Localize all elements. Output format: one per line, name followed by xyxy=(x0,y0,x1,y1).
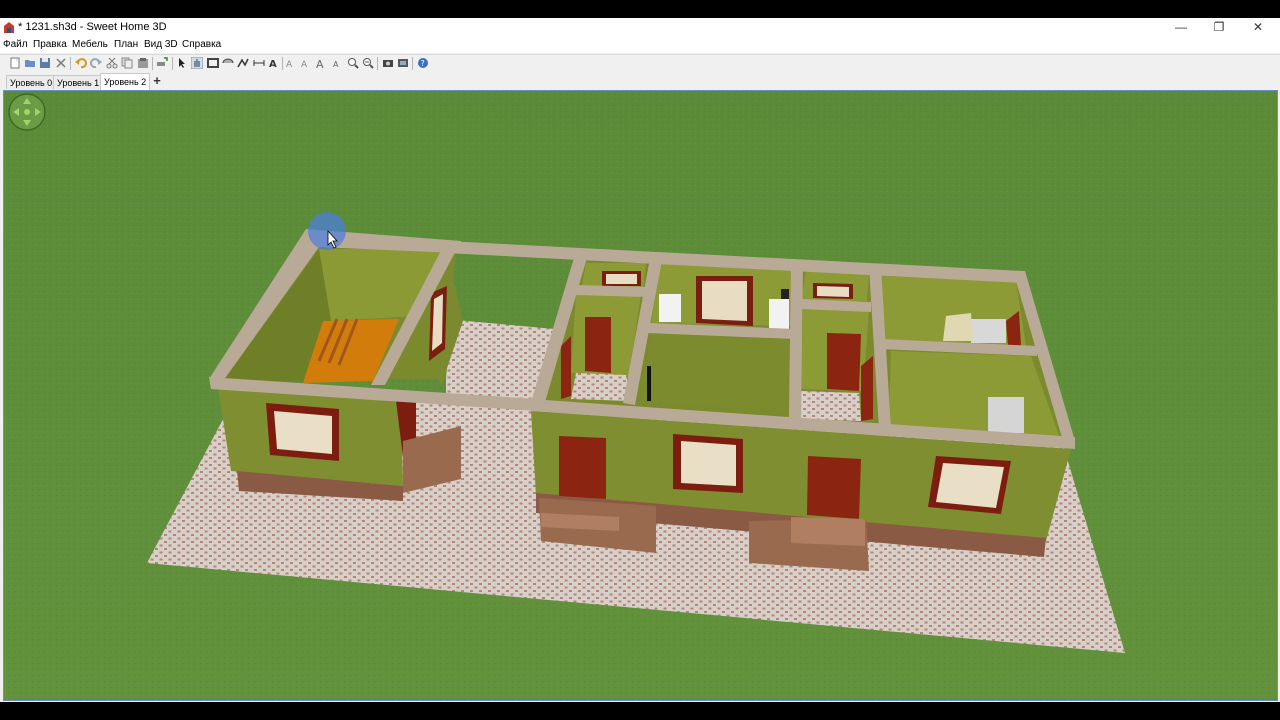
window-glass xyxy=(274,411,332,454)
door xyxy=(861,356,873,421)
wall-interior xyxy=(641,331,791,411)
toolbar-separator xyxy=(377,57,378,70)
door xyxy=(827,333,861,391)
svg-text:?: ? xyxy=(421,59,425,68)
menu-help[interactable]: Справка xyxy=(182,39,221,50)
kitchen-hood xyxy=(781,289,789,299)
tab-level-0[interactable]: Уровень 0 xyxy=(6,75,57,89)
zoom-out-icon[interactable] xyxy=(362,57,374,69)
bath-unit xyxy=(988,397,1024,433)
copy-icon[interactable] xyxy=(121,57,133,69)
stove xyxy=(769,299,789,329)
3d-house-scene xyxy=(4,91,1277,700)
washing-machine xyxy=(971,319,1006,343)
add-text-icon[interactable]: A xyxy=(268,57,280,69)
navigation-arrows-icon[interactable] xyxy=(8,93,46,131)
letterbox-top xyxy=(0,0,1280,18)
svg-text:A: A xyxy=(269,59,277,69)
wall-interior xyxy=(889,351,1059,436)
create-rooms-icon[interactable] xyxy=(222,57,234,69)
decrease-text-icon[interactable]: A xyxy=(331,57,343,69)
tab-level-2[interactable]: Уровень 2 xyxy=(100,73,151,90)
toolbar-separator xyxy=(172,57,173,70)
toolbar-separator xyxy=(70,57,71,70)
menu-bar: Файл Правка Мебель План Вид 3D Справка xyxy=(0,37,1280,53)
app-window: * 1231.sh3d - Sweet Home 3D — ❐ ✕ Файл П… xyxy=(0,18,1280,702)
menu-plan[interactable]: План xyxy=(114,39,138,50)
cut-icon[interactable] xyxy=(55,57,67,69)
tiled-hallway xyxy=(799,391,861,421)
open-icon[interactable] xyxy=(24,57,36,69)
add-furniture-icon[interactable] xyxy=(156,57,168,69)
save-icon[interactable] xyxy=(39,57,51,69)
toolbar: A A A A A ? xyxy=(0,54,1280,72)
sweet-home-app-icon xyxy=(4,22,14,33)
menu-edit[interactable]: Правка xyxy=(33,39,67,50)
toolbar-separator xyxy=(152,57,153,70)
cut-icon[interactable] xyxy=(106,57,118,69)
letterbox-bottom xyxy=(0,702,1280,720)
svg-text:A: A xyxy=(333,60,339,69)
help-icon[interactable]: ? xyxy=(417,57,429,69)
increase-text-icon[interactable]: A xyxy=(316,57,328,69)
toolbar-separator xyxy=(282,57,283,70)
redo-icon[interactable] xyxy=(90,57,102,69)
front-door xyxy=(559,436,606,499)
menu-file[interactable]: Файл xyxy=(3,39,28,50)
svg-text:A: A xyxy=(286,60,293,69)
pan-icon[interactable] xyxy=(191,57,203,69)
svg-text:A: A xyxy=(301,60,308,69)
create-video-icon[interactable] xyxy=(397,57,409,69)
tab-level-1[interactable]: Уровень 1 xyxy=(53,75,104,89)
window-glass xyxy=(681,441,736,486)
wall-top xyxy=(576,285,649,297)
modify-text-style-icon[interactable]: A xyxy=(300,57,312,69)
door xyxy=(561,336,571,399)
menu-3d-view[interactable]: Вид 3D xyxy=(144,39,178,50)
refrigerator xyxy=(659,294,681,322)
create-photo-icon[interactable] xyxy=(382,57,394,69)
cursor-highlight xyxy=(308,212,346,250)
minimize-icon: — xyxy=(1175,20,1187,34)
zoom-in-icon[interactable] xyxy=(347,57,359,69)
window-title: * 1231.sh3d - Sweet Home 3D xyxy=(18,21,167,33)
lamp xyxy=(647,366,651,401)
paste-icon[interactable] xyxy=(137,57,149,69)
svg-text:A: A xyxy=(316,58,324,69)
create-polylines-icon[interactable] xyxy=(237,57,249,69)
window-glass xyxy=(702,281,747,321)
restore-icon: ❐ xyxy=(1213,20,1225,34)
shelf xyxy=(943,313,973,341)
door xyxy=(585,317,611,373)
close-icon: ✕ xyxy=(1252,20,1264,34)
front-door xyxy=(807,456,861,519)
toolbar-separator xyxy=(412,57,413,70)
window-glass xyxy=(606,274,637,284)
minimize-button[interactable]: — xyxy=(1162,18,1200,37)
step xyxy=(791,517,865,546)
modify-text-style-icon[interactable]: A xyxy=(285,57,297,69)
window-glass xyxy=(817,286,849,297)
3d-view[interactable] xyxy=(3,90,1278,701)
window-glass xyxy=(936,463,1004,508)
maximize-button[interactable]: ❐ xyxy=(1200,18,1238,37)
menu-furniture[interactable]: Мебель xyxy=(72,39,108,50)
undo-icon[interactable] xyxy=(75,57,87,69)
create-dimensions-icon[interactable] xyxy=(253,57,265,69)
wall-top xyxy=(789,263,803,419)
new-home-icon[interactable] xyxy=(9,57,21,69)
select-icon[interactable] xyxy=(176,57,188,69)
close-button[interactable]: ✕ xyxy=(1239,18,1277,37)
title-bar: * 1231.sh3d - Sweet Home 3D — ❐ ✕ xyxy=(0,18,1280,37)
add-level-button[interactable]: + xyxy=(150,74,164,88)
level-tabs: Уровень 0 Уровень 1 Уровень 2 + xyxy=(0,72,1280,90)
create-walls-icon[interactable] xyxy=(207,57,219,69)
tiled-hallway xyxy=(571,373,631,401)
